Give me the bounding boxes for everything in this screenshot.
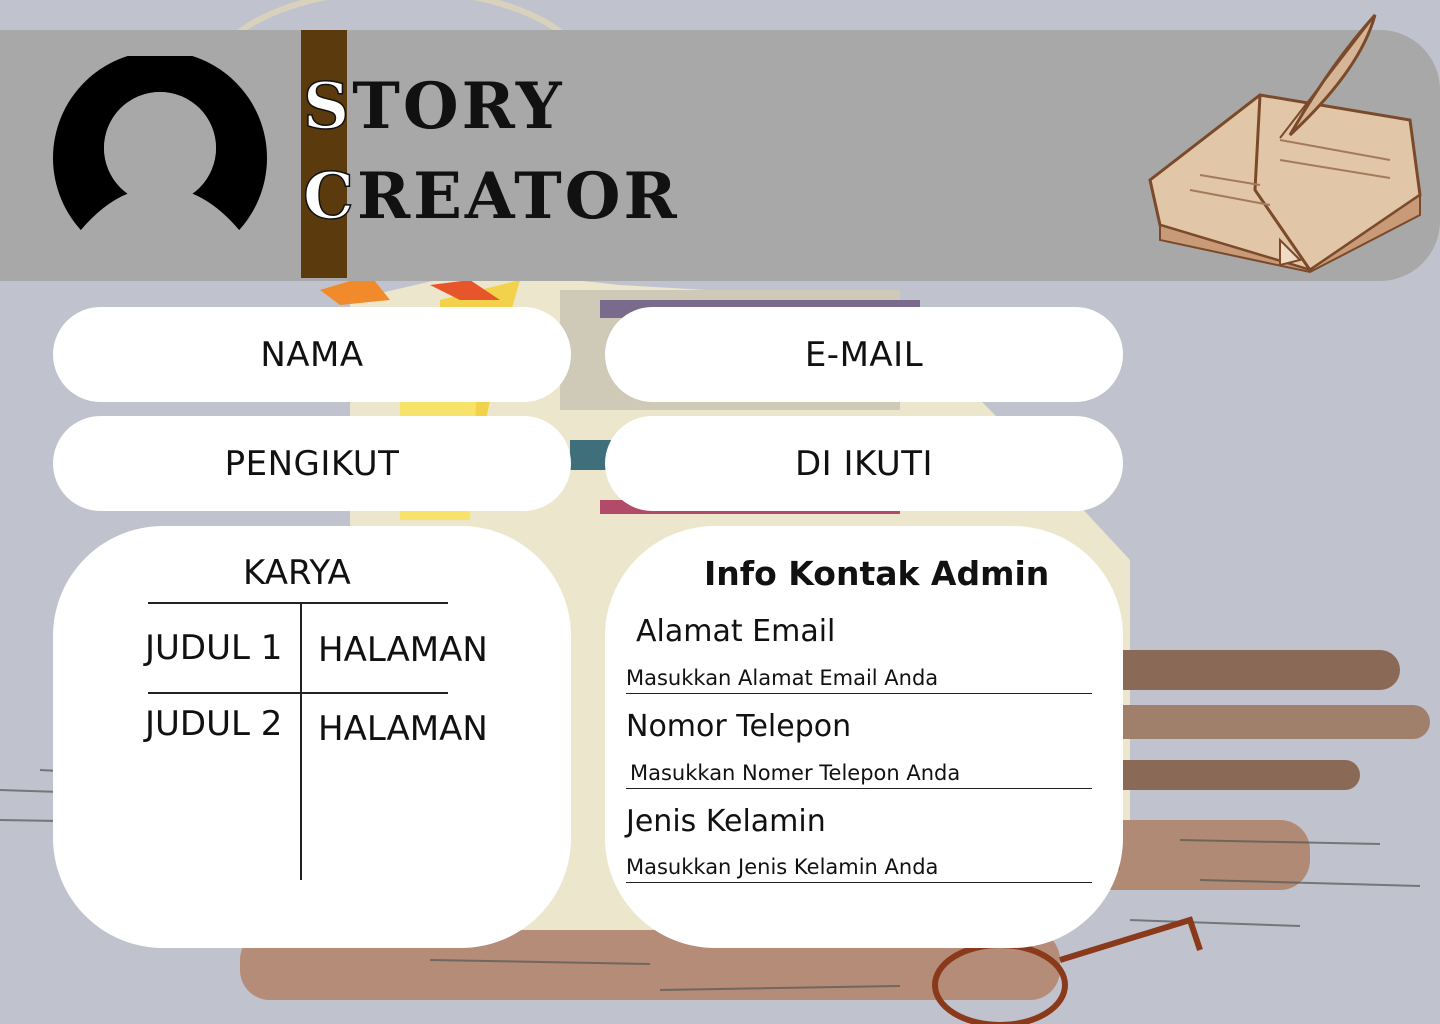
title-word-creator: REATOR (356, 159, 680, 234)
name-label: NAMA (260, 334, 364, 375)
quill-book-icon (1148, 13, 1422, 274)
admin-gender-label: Jenis Kelamin (626, 804, 826, 839)
works-row-divider (148, 692, 448, 694)
work-pages-2: HALAMAN (318, 709, 488, 749)
admin-email-input[interactable] (626, 663, 1092, 694)
work-title-2[interactable]: JUDUL 2 (145, 704, 282, 744)
title-word-story: TORY (352, 69, 565, 144)
name-field[interactable]: NAMA (53, 307, 571, 402)
work-pages-1: HALAMAN (318, 630, 488, 670)
admin-email-label: Alamat Email (636, 614, 836, 649)
email-label: E-MAIL (804, 334, 924, 375)
email-field[interactable]: E-MAIL (605, 307, 1123, 402)
works-title-divider (148, 602, 448, 604)
works-column-divider (300, 604, 302, 880)
title-cap-s: S (302, 68, 353, 145)
following-label: DI IKUTI (794, 443, 934, 484)
admin-phone-label: Nomor Telepon (626, 709, 852, 744)
admin-gender-input[interactable] (626, 852, 1092, 883)
followers-label: PENGIKUT (224, 443, 400, 484)
followers-field[interactable]: PENGIKUT (53, 416, 571, 511)
following-field[interactable]: DI IKUTI (605, 416, 1123, 511)
work-title-1[interactable]: JUDUL 1 (145, 628, 282, 668)
works-title: KARYA (243, 553, 351, 593)
admin-phone-input[interactable] (626, 758, 1092, 789)
title-cap-c: C (302, 158, 357, 235)
admin-contact-title: Info Kontak Admin (704, 554, 1050, 593)
user-avatar-icon[interactable] (52, 56, 268, 260)
app-title: STORY CREATOR (302, 62, 680, 242)
